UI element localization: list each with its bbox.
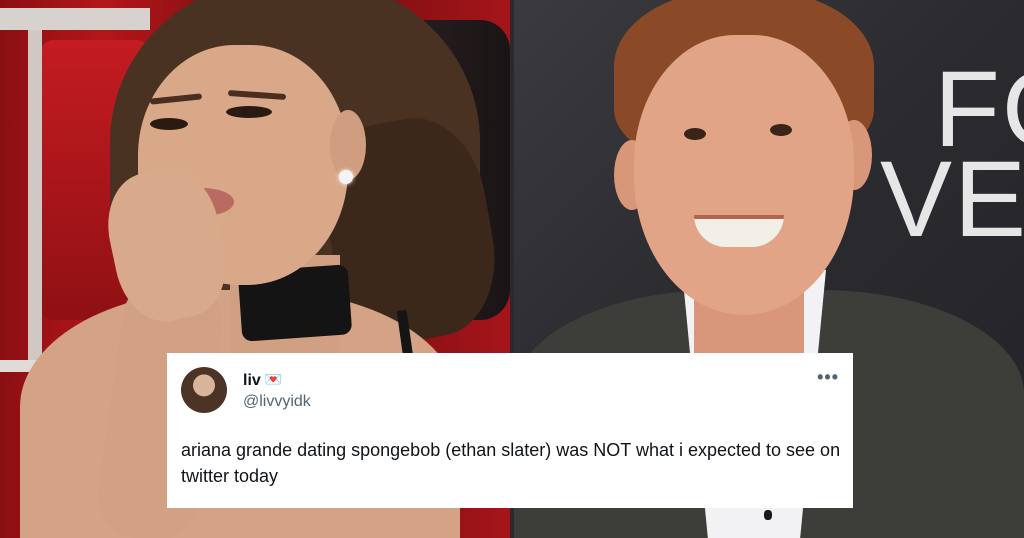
- chair-frame: [0, 8, 150, 30]
- user-handle[interactable]: @livvyidk: [243, 393, 311, 411]
- man-eye-left: [684, 128, 706, 140]
- right-eye: [226, 106, 272, 118]
- tweet-text: ariana grande dating spongebob (ethan sl…: [181, 440, 841, 486]
- man-face: [634, 35, 854, 315]
- backdrop-sign-line2: VER: [880, 138, 1024, 259]
- earring: [339, 170, 353, 184]
- left-eye: [150, 118, 188, 130]
- display-name-text[interactable]: liv: [243, 372, 261, 389]
- more-options-icon[interactable]: •••: [817, 367, 839, 388]
- man-eye-right: [770, 124, 792, 136]
- love-letter-icon: 💌: [264, 371, 283, 387]
- avatar[interactable]: [181, 367, 227, 413]
- chair-post: [28, 30, 42, 370]
- display-name[interactable]: liv 💌: [243, 371, 282, 390]
- tweet-card[interactable]: liv 💌 @livvyidk ••• ariana grande dating …: [167, 353, 853, 508]
